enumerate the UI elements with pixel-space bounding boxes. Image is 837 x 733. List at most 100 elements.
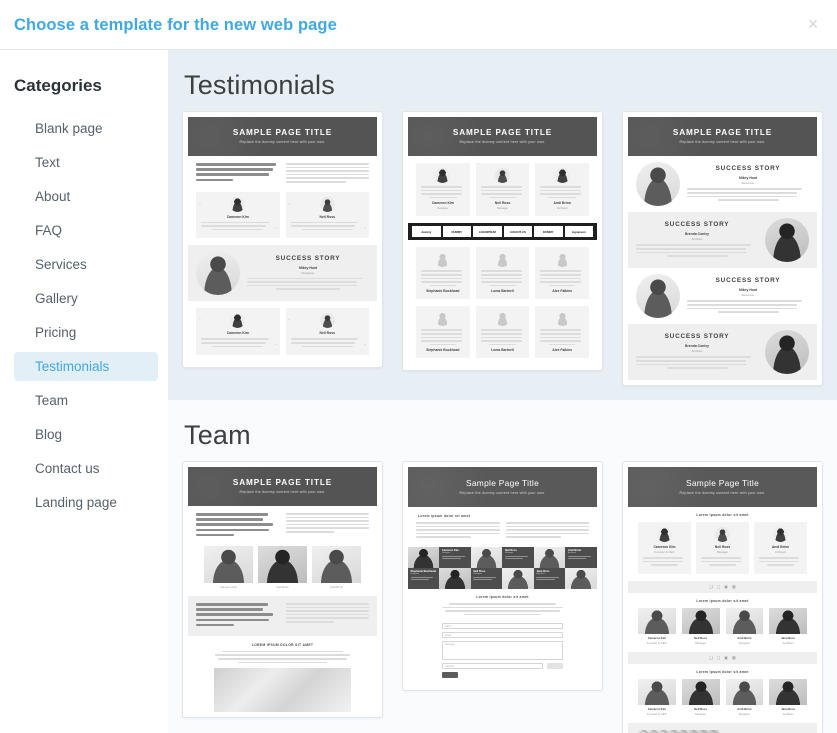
testimonial-name: Andi Brinn — [553, 201, 571, 206]
success-story-role: Architect — [691, 349, 703, 354]
dialog-body: Categories Blank page Text About FAQ Ser… — [0, 50, 837, 733]
sidebar-item-services[interactable]: Services — [14, 250, 158, 279]
facebook-icon[interactable]: ❏ — [709, 655, 713, 660]
preview-secondary-right — [285, 602, 369, 629]
testimonial-role: Manager — [496, 206, 509, 211]
social-links-row: ❏ ◻ ▣ ▩ — [628, 651, 817, 664]
team-member-photo — [769, 607, 807, 634]
section-title-team: Team — [184, 420, 251, 450]
form-message-input[interactable]: Message — [442, 641, 563, 661]
sidebar-item-testimonials[interactable]: Testimonials — [14, 352, 158, 381]
section-title-testimonials: Testimonials — [184, 70, 335, 100]
sidebar-item-blog[interactable]: Blog — [14, 420, 158, 449]
preview-testimonial-tile: Stephanie Buckhead — [416, 306, 470, 359]
testimonial-name: Stephanie Buckhead — [426, 348, 460, 353]
twitter-icon[interactable]: ◻ — [717, 655, 720, 660]
preview-testimonial-row-2: “ ” Cameron Kim “ ” Neil Ross — [188, 301, 377, 363]
team-member-role: Architect — [782, 640, 794, 645]
preview-hero-subtitle: Replace the dummy content here with your… — [239, 140, 326, 144]
avatar-placeholder — [435, 311, 451, 327]
close-icon[interactable]: × — [801, 12, 825, 36]
form-email-label: Email — [445, 634, 451, 638]
team-member-label: Stephanie Buckhead Designer — [408, 567, 440, 589]
team-card-row: SAMPLE PAGE TITLE Replace the dummy cont… — [168, 461, 837, 733]
preview-feature-block: LOREM IPSUM DOLOR SIT AMET — [188, 635, 377, 713]
form-send-button[interactable] — [442, 672, 458, 679]
sidebar-item-about[interactable]: About — [14, 182, 158, 211]
team-member-role: Designer — [410, 573, 419, 576]
category-list: Blank page Text About FAQ Services Galle… — [0, 114, 168, 517]
section-team: Team SAMPLE PAGE TITLE Replace the dummy… — [168, 400, 837, 733]
success-story-role: Developer — [741, 293, 755, 298]
team-member-photo — [502, 567, 534, 589]
sidebar-item-team[interactable]: Team — [14, 386, 158, 415]
testimonial-name: Loma Bartnell — [491, 289, 514, 294]
success-story-photo — [765, 330, 809, 374]
sidebar-item-landing-page[interactable]: Landing page — [14, 488, 158, 517]
template-preview: SAMPLE PAGE TITLE Replace the dummy cont… — [188, 117, 377, 363]
template-card-testimonials-1[interactable]: SAMPLE PAGE TITLE Replace the dummy cont… — [182, 111, 383, 369]
team-member: Andi Brinn Architect — [754, 522, 807, 574]
team-member-label: Jana Ross Architect — [533, 567, 566, 589]
sidebar-item-faq[interactable]: FAQ — [14, 216, 158, 245]
sidebar-item-gallery[interactable]: Gallery — [14, 284, 158, 313]
testimonial-name: Cameron Kim — [226, 214, 249, 219]
sidebar-item-blank-page[interactable]: Blank page — [14, 114, 158, 143]
instagram-icon[interactable]: ▣ — [724, 655, 728, 660]
form-email-input[interactable]: Email — [442, 632, 563, 639]
preview-success-story: SUCCESS STORY Mikey Hunt Developer — [188, 245, 377, 302]
template-card-testimonials-3[interactable]: SAMPLE PAGE TITLE Replace the dummy cont… — [622, 111, 823, 386]
sidebar-item-pricing[interactable]: Pricing — [14, 318, 158, 347]
team-member-label: Cameron Kim Designer — [439, 546, 471, 568]
preview-intro-block — [188, 156, 377, 192]
client-logo: LOGOIPSUM — [473, 226, 502, 238]
team-member-name: Cameron Kim — [219, 584, 238, 589]
sidebar-item-contact-us[interactable]: Contact us — [14, 454, 158, 483]
twitter-icon[interactable]: ◻ — [717, 584, 720, 589]
preview-testimonial-tile: “ ” Neil Ross — [285, 308, 369, 356]
team-member-name: Jana Ross — [781, 706, 796, 711]
testimonial-role: Designer — [437, 206, 449, 211]
avatar — [715, 527, 730, 542]
instagram-icon[interactable]: ▣ — [724, 584, 728, 589]
team-member-role: Architect — [782, 711, 794, 716]
sidebar-item-text[interactable]: Text — [14, 148, 158, 177]
preview-intro-right — [285, 513, 369, 539]
template-gallery[interactable]: Testimonials SAMPLE PAGE TITLE Replace t… — [168, 50, 837, 733]
preview-team-grid: Cameron Kim Designer Neil Ross Manager A… — [408, 546, 597, 589]
team-member: Cameron Kim Founder & CEO — [638, 607, 676, 645]
success-story-role: Developer — [301, 270, 315, 275]
team-member-name: Jana Ross — [781, 635, 796, 640]
template-card-team-1[interactable]: SAMPLE PAGE TITLE Replace the dummy cont… — [182, 461, 383, 719]
preview-testimonial-tile: Alex Falkins — [535, 247, 590, 300]
form-captcha-input[interactable]: Captcha — [442, 663, 543, 670]
preview-secondary-left — [196, 602, 280, 629]
preview-testimonial-tile: Cameron Kim Designer — [416, 163, 470, 217]
template-preview: SAMPLE PAGE TITLE Replace the dummy cont… — [628, 117, 817, 380]
avatar — [435, 168, 451, 183]
team-member-photo — [533, 546, 566, 568]
preview-secondary-block — [188, 595, 377, 636]
testimonial-name: Alex Falkins — [552, 289, 573, 294]
avatar — [230, 313, 246, 329]
form-name-input[interactable]: Name — [442, 623, 563, 630]
linkedin-icon[interactable]: ▩ — [732, 655, 736, 660]
team-member: Cameron Kim — [204, 545, 253, 589]
template-card-testimonials-2[interactable]: SAMPLE PAGE TITLE Replace the dummy cont… — [402, 111, 603, 372]
success-story-role: Architect — [691, 237, 703, 242]
template-card-team-2[interactable]: Sample Page Title Replace the dummy cont… — [402, 461, 603, 692]
avatar-placeholder — [554, 252, 570, 268]
team-member: Jana Ross Architect — [769, 678, 807, 716]
team-member-role: Manager — [504, 552, 514, 555]
team-member-role: Architect — [775, 550, 786, 554]
preview-hero: SAMPLE PAGE TITLE Replace the dummy cont… — [188, 467, 377, 506]
template-card-team-3[interactable]: Sample Page Title Replace the dummy cont… — [622, 461, 823, 733]
team-member-name: Cameron Kim — [647, 635, 666, 640]
preview-intro-block: Lorem ipsum dolor sit amet — [408, 507, 597, 547]
team-member-role: Architect — [567, 552, 577, 555]
success-story-role: Developer — [741, 181, 755, 186]
facebook-icon[interactable]: ❏ — [709, 584, 713, 589]
team-member-photo — [638, 678, 676, 705]
linkedin-icon[interactable]: ▩ — [732, 584, 736, 589]
preview-hero-title: SAMPLE PAGE TITLE — [672, 128, 773, 137]
